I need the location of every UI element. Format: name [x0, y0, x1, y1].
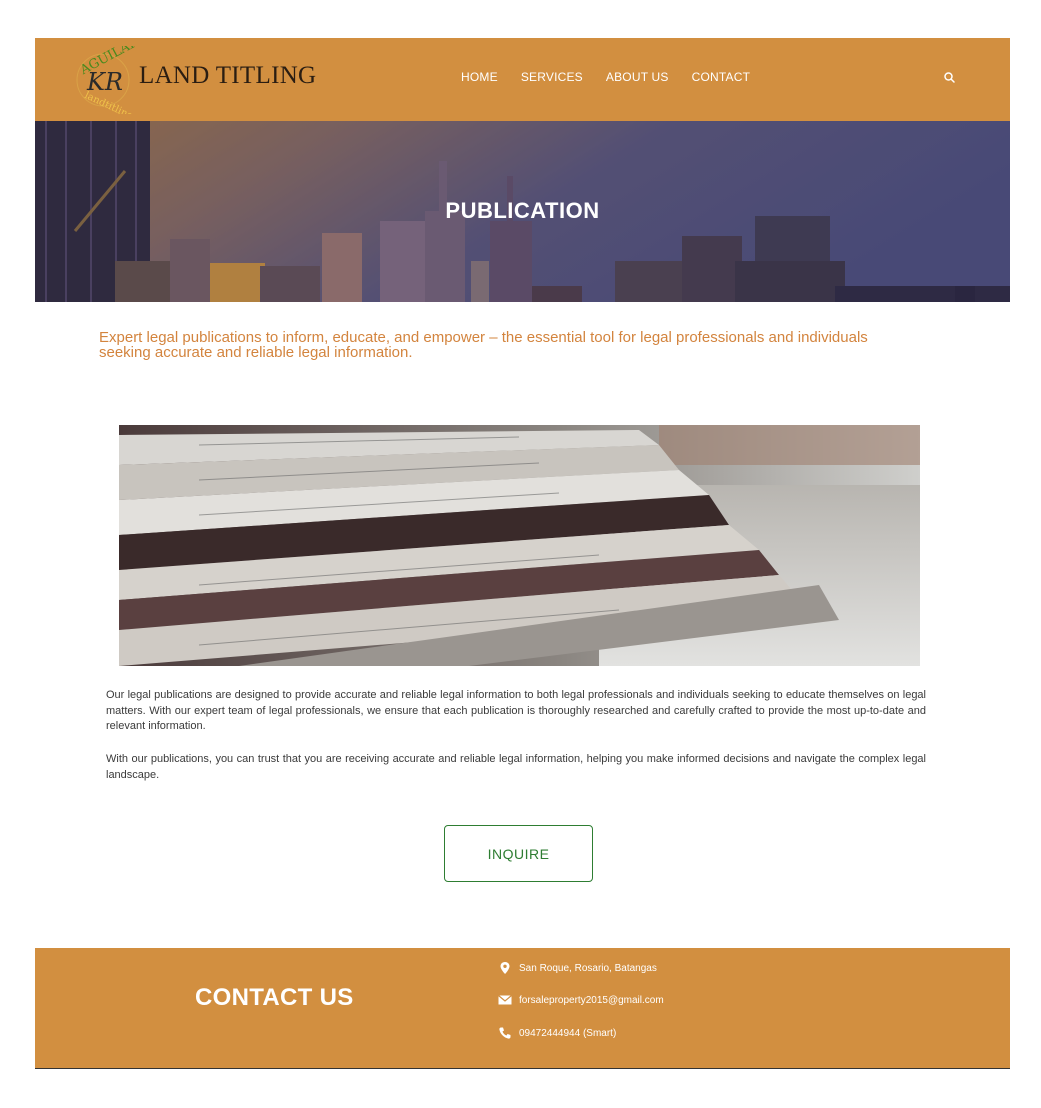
description-paragraph-1: Our legal publications are designed to p… [106, 689, 926, 732]
nav-contact[interactable]: CONTACT [692, 70, 751, 84]
email-text[interactable]: forsaleproperty2015@gmail.com [519, 995, 664, 1006]
intro-tagline: Expert legal publications to inform, edu… [99, 329, 868, 361]
brand-name: LAND TITLING [139, 62, 317, 89]
envelope-icon [498, 995, 512, 1005]
main-nav: HOME SERVICES ABOUT US CONTACT [461, 70, 773, 84]
hero-banner: PUBLICATION [35, 121, 1010, 302]
search-icon[interactable] [943, 71, 957, 85]
nav-services[interactable]: SERVICES [521, 70, 583, 84]
page-title: PUBLICATION [445, 198, 600, 223]
site-header: AGUILAR KR landtitling LAND TITLING HOME… [35, 34, 1010, 123]
phone-icon [499, 1027, 511, 1039]
phone-text[interactable]: 09472444944 (Smart) [519, 1028, 616, 1039]
nav-about-us[interactable]: ABOUT US [606, 70, 669, 84]
inquire-button[interactable]: INQUIRE [444, 825, 593, 882]
contact-phone[interactable]: 09472444944 (Smart) [498, 1026, 616, 1040]
nav-home[interactable]: HOME [461, 70, 498, 84]
contact-address: San Roque, Rosario, Batangas [498, 961, 657, 975]
description-paragraph-2: With our publications, you can trust tha… [106, 753, 926, 781]
contact-footer: CONTACT US San Roque, Rosario, Batangas … [35, 948, 1010, 1069]
map-pin-icon [500, 962, 510, 974]
address-text: San Roque, Rosario, Batangas [519, 962, 657, 974]
footer-title: CONTACT US [195, 984, 354, 1011]
newspapers-image [119, 425, 920, 666]
company-logo[interactable]: AGUILAR KR landtitling [69, 34, 142, 123]
contact-email[interactable]: forsaleproperty2015@gmail.com [498, 993, 664, 1007]
